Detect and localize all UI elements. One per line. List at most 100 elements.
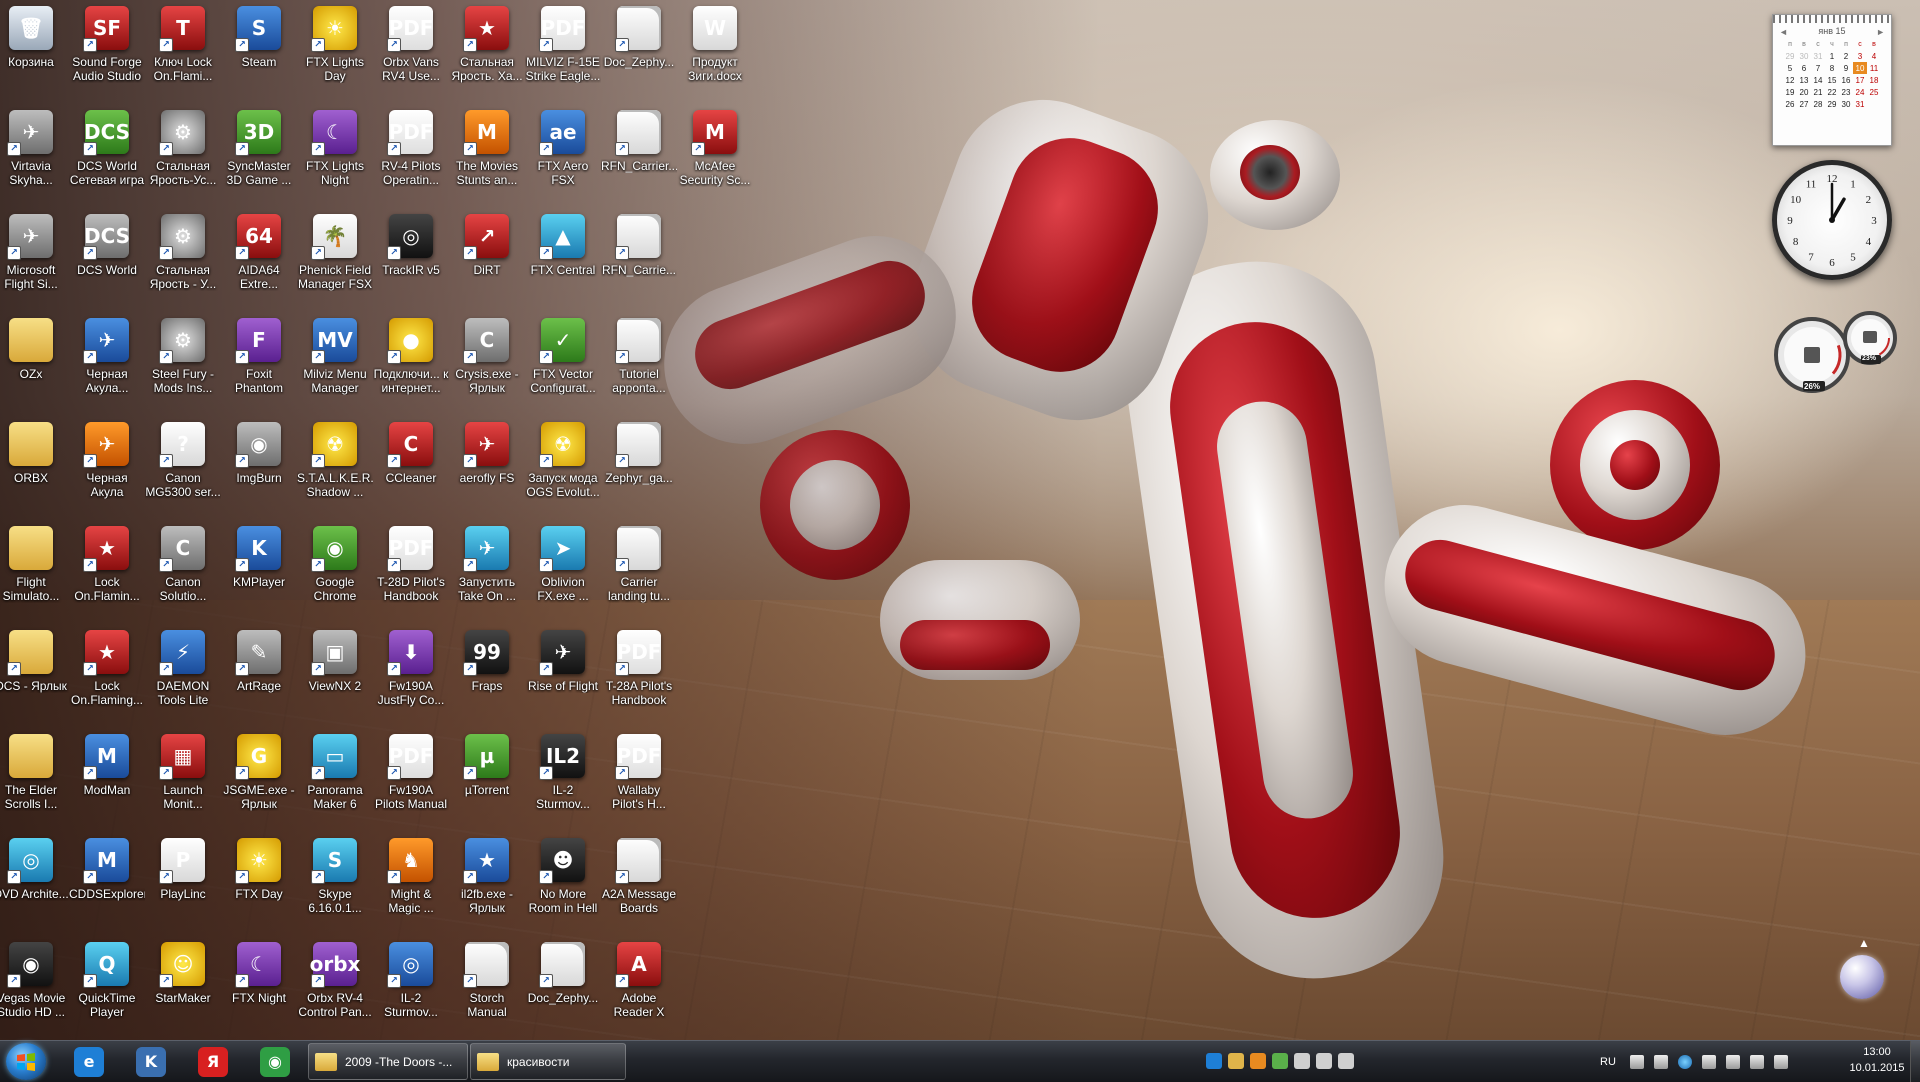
- desktop-icon[interactable]: ▣ ↗ ViewNX 2: [297, 624, 373, 728]
- calendar-day[interactable]: 11: [1867, 62, 1881, 74]
- calendar-day[interactable]: 15: [1825, 74, 1839, 86]
- taskbar-pinned-app[interactable]: e: [62, 1044, 116, 1079]
- desktop-icon[interactable]: ⬇ ↗ Fw190A JustFly Co...: [373, 624, 449, 728]
- desktop-icon[interactable]: ↗ Storch Manual: [449, 936, 525, 1040]
- calendar-day[interactable]: 2: [1839, 50, 1853, 62]
- desktop-icon[interactable]: ▦ ↗ Launch Monit...: [145, 728, 221, 832]
- desktop-icon[interactable]: ☺ ↗ StarMaker: [145, 936, 221, 1040]
- calendar-day[interactable]: 23: [1839, 86, 1853, 98]
- calendar-prev-button[interactable]: ◄: [1779, 27, 1788, 37]
- desktop-icon[interactable]: PDF ↗ RV-4 Pilots Operatin...: [373, 104, 449, 208]
- network-tray-icon[interactable]: [1701, 1054, 1716, 1069]
- desktop-icon[interactable]: ● ↗ Подключи... к интернет...: [373, 312, 449, 416]
- desktop-icon[interactable]: ✓ ↗ FTX Vector Configurat...: [525, 312, 601, 416]
- desktop-icon[interactable]: ☀ ↗ FTX Lights Day: [297, 0, 373, 104]
- calendar-day[interactable]: 14: [1811, 74, 1825, 86]
- calendar-day[interactable]: 25: [1867, 86, 1881, 98]
- desktop-icon[interactable]: ✈ ↗ Запустить Take On ...: [449, 520, 525, 624]
- flag-tray-icon[interactable]: [1749, 1054, 1764, 1069]
- calendar-day[interactable]: 29: [1783, 50, 1797, 62]
- desktop-icon[interactable]: orbx ↗ Orbx RV-4 Control Pan...: [297, 936, 373, 1040]
- desktop-icon[interactable]: F ↗ Foxit Phantom: [221, 312, 297, 416]
- desktop-icon[interactable]: OZx: [0, 312, 69, 416]
- taskbar-folder-krasivosti[interactable]: красивости: [470, 1043, 626, 1080]
- calendar-day[interactable]: 27: [1797, 98, 1811, 110]
- desktop-icon[interactable]: S ↗ Skype 6.16.0.1...: [297, 832, 373, 936]
- language-indicator[interactable]: RU: [1600, 1056, 1616, 1068]
- app-small-icon[interactable]: [1272, 1053, 1288, 1069]
- desktop-icon[interactable]: MV ↗ Milviz Menu Manager: [297, 312, 373, 416]
- taskbar-clock[interactable]: 13:00 10.01.2015: [1845, 1044, 1909, 1076]
- calendar-day[interactable]: 24: [1853, 86, 1867, 98]
- calendar-day[interactable]: 29: [1825, 98, 1839, 110]
- desktop-icon[interactable]: ? ↗ Canon MG5300 ser...: [145, 416, 221, 520]
- sidebar-expand-arrow-icon[interactable]: ▲: [1858, 936, 1870, 950]
- desktop-icon[interactable]: 3D ↗ SyncMaster 3D Game ...: [221, 104, 297, 208]
- show-desktop-button[interactable]: [1910, 1041, 1920, 1082]
- calendar-gadget[interactable]: ◄ янв 15 ► пвсчпсв 29 30 31 1 2 3 4 5 6 7 8 9 10 11 12…: [1772, 14, 1892, 146]
- desktop-icon[interactable]: W Продукт Зиги.docx: [677, 0, 753, 104]
- desktop-icon[interactable]: Flight Simulato...: [0, 520, 69, 624]
- desktop-icon[interactable]: 64 ↗ AIDA64 Extre...: [221, 208, 297, 312]
- desktop-icon[interactable]: ◎ ↗ DVD Archite...: [0, 832, 69, 936]
- calendar-day[interactable]: 20: [1797, 86, 1811, 98]
- cloud-small-icon[interactable]: [1316, 1053, 1332, 1069]
- cloud-small-icon[interactable]: [1338, 1053, 1354, 1069]
- desktop-icon[interactable]: ◉ ↗ Vegas Movie Studio HD ...: [0, 936, 69, 1040]
- calendar-day[interactable]: 31: [1811, 50, 1825, 62]
- desktop-icon[interactable]: ⚙ ↗ Стальная Ярость-Ус...: [145, 104, 221, 208]
- desktop-icon[interactable]: PDF ↗ Wallaby Pilot's H...: [601, 728, 677, 832]
- desktop-icon[interactable]: M ↗ CDDSExplorer: [69, 832, 145, 936]
- calendar-day[interactable]: 16: [1839, 74, 1853, 86]
- calendar-day[interactable]: 21: [1811, 86, 1825, 98]
- desktop-icon[interactable]: ✈ ↗ Rise of Flight: [525, 624, 601, 728]
- calendar-next-button[interactable]: ►: [1876, 27, 1885, 37]
- desktop-icon[interactable]: ☾ ↗ FTX Lights Night: [297, 104, 373, 208]
- calendar-day[interactable]: 4: [1867, 50, 1881, 62]
- desktop-icon[interactable]: 99 ↗ Fraps: [449, 624, 525, 728]
- desktop-icon[interactable]: ⚙ ↗ Steel Fury - Mods Ins...: [145, 312, 221, 416]
- desktop-icon[interactable]: Q ↗ QuickTime Player: [69, 936, 145, 1040]
- desktop-icon[interactable]: ☢ ↗ Запуск мода OGS Evolut...: [525, 416, 601, 520]
- desktop-icon[interactable]: ☀ ↗ FTX Day: [221, 832, 297, 936]
- desktop-icon[interactable]: ↗ Doc_Zephy...: [525, 936, 601, 1040]
- clock-gadget[interactable]: 12 1 2 3 4 5 6 7 8 9 10 11: [1772, 160, 1892, 280]
- desktop-icon[interactable]: ✈ ↗ Черная Акула...: [69, 312, 145, 416]
- desktop-icon[interactable]: ⚙ ↗ Стальная Ярость - У...: [145, 208, 221, 312]
- desktop-icon[interactable]: C ↗ CCleaner: [373, 416, 449, 520]
- desktop-icon[interactable]: 🌴 ↗ Phenick Field Manager FSX: [297, 208, 373, 312]
- taskbar-pinned-app[interactable]: Я: [186, 1044, 240, 1079]
- desktop-icon[interactable]: ↗ A2A Message Boards: [601, 832, 677, 936]
- desktop-icon[interactable]: M ↗ The Movies Stunts an...: [449, 104, 525, 208]
- desktop-icon[interactable]: ↗ RFN_Carrie...: [601, 208, 677, 312]
- calendar-day[interactable]: 13: [1797, 74, 1811, 86]
- media-small-icon[interactable]: [1250, 1053, 1266, 1069]
- desktop-icon[interactable]: ▲ ↗ FTX Central: [525, 208, 601, 312]
- desktop-icon[interactable]: ae ↗ FTX Aero FSX: [525, 104, 601, 208]
- desktop-icon[interactable]: A ↗ Adobe Reader X: [601, 936, 677, 1040]
- desktop-icon[interactable]: ✈ ↗ Microsoft Flight Si...: [0, 208, 69, 312]
- desktop-icon[interactable]: DCS ↗ DCS World: [69, 208, 145, 312]
- calendar-day[interactable]: 9: [1839, 62, 1853, 74]
- calendar-day[interactable]: 22: [1825, 86, 1839, 98]
- desktop-icon[interactable]: ↗ Tutoriel appontа...: [601, 312, 677, 416]
- calendar-day[interactable]: 19: [1783, 86, 1797, 98]
- desktop-icon[interactable]: SF ↗ Sound Forge Audio Studio: [69, 0, 145, 104]
- calendar-day[interactable]: 7: [1811, 62, 1825, 74]
- desktop-icon[interactable]: DCS ↗ DCS World Сетевая игра: [69, 104, 145, 208]
- desktop-icon[interactable]: µ ↗ µTorrent: [449, 728, 525, 832]
- desktop-icon[interactable]: G ↗ JSGME.exe - Ярлык: [221, 728, 297, 832]
- desktop-icon[interactable]: P ↗ PlayLinc: [145, 832, 221, 936]
- desktop-icon[interactable]: ORBX: [0, 416, 69, 520]
- desktop-icon[interactable]: ★ ↗ Lock On.Flaming...: [69, 624, 145, 728]
- bluetooth-tray-icon[interactable]: [1677, 1054, 1692, 1069]
- desktop-icon[interactable]: ◎ ↗ TrackIR v5: [373, 208, 449, 312]
- desktop-icon[interactable]: PDF ↗ Fw190A Pilots Manual: [373, 728, 449, 832]
- desktop-icon[interactable]: ↗ Carrier landing tu...: [601, 520, 677, 624]
- calendar-day[interactable]: [1867, 98, 1881, 110]
- calendar-day[interactable]: 26: [1783, 98, 1797, 110]
- taskbar-pinned-app[interactable]: K: [124, 1044, 178, 1079]
- start-button[interactable]: [6, 1043, 46, 1080]
- orb-gadget[interactable]: [1840, 955, 1884, 999]
- calendar-day[interactable]: 5: [1783, 62, 1797, 74]
